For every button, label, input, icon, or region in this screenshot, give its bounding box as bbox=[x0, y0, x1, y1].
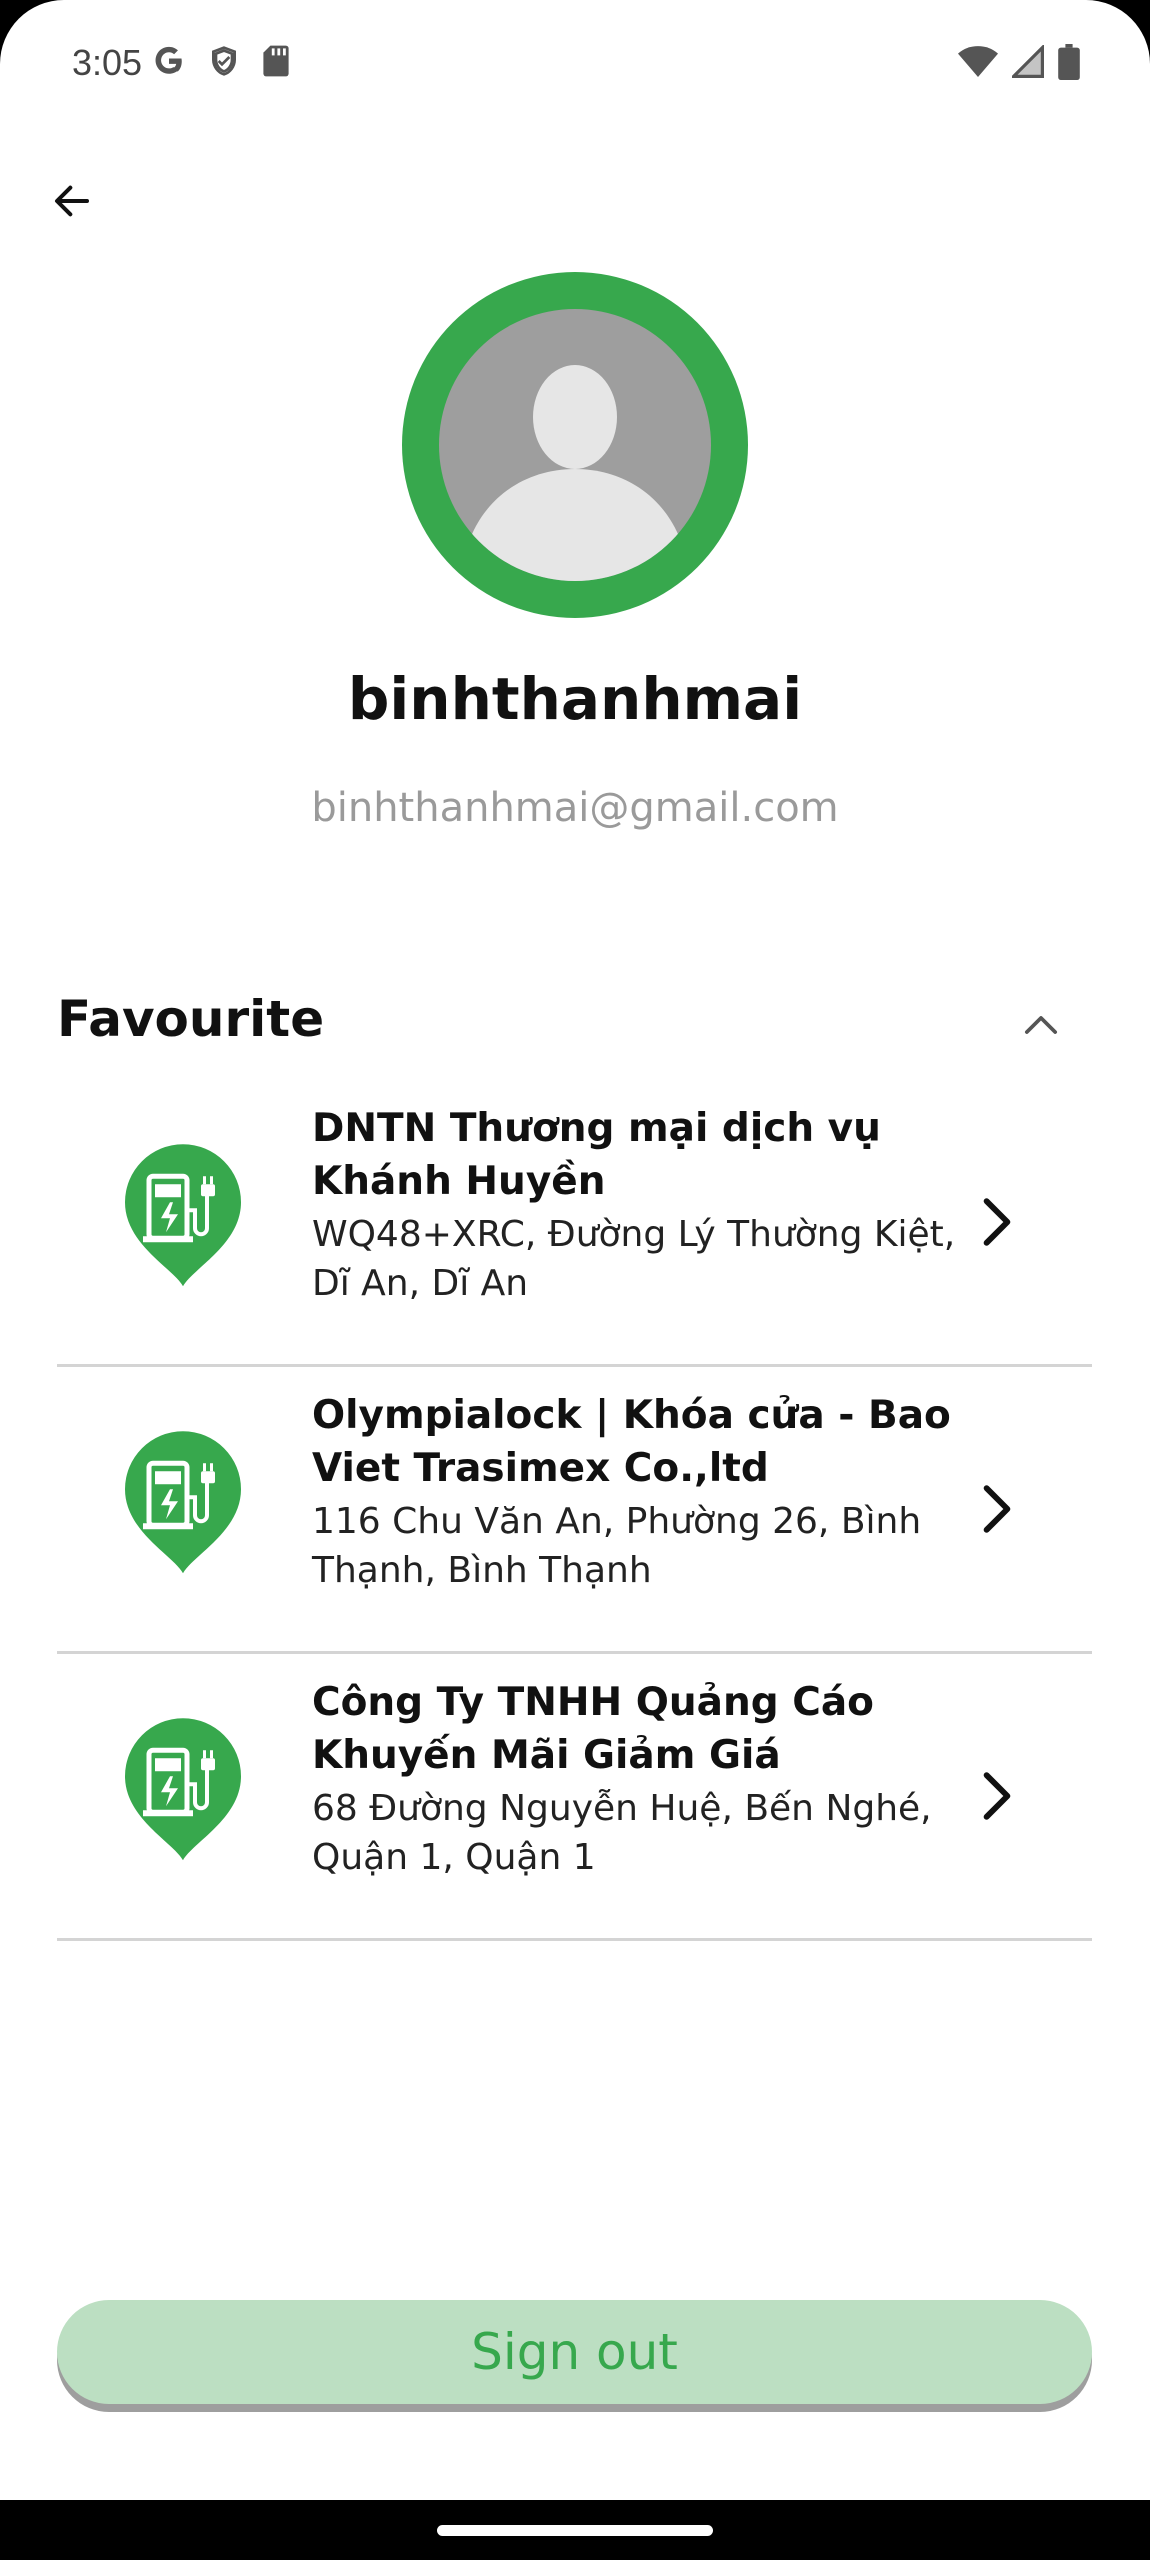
avatar[interactable] bbox=[402, 272, 748, 618]
favourite-item-open-button[interactable] bbox=[972, 1761, 1022, 1831]
shield-icon bbox=[212, 46, 236, 76]
avatar-placeholder bbox=[439, 309, 711, 581]
chevron-right-icon bbox=[983, 1198, 1011, 1246]
chevron-right-icon bbox=[983, 1772, 1011, 1820]
favourite-item[interactable]: Olympialock | Khóa cửa - Bao Viet Trasim… bbox=[57, 1367, 1092, 1654]
sign-out-button[interactable]: Sign out bbox=[57, 2300, 1092, 2404]
favourite-item-text: Công Ty TNHH Quảng Cáo Khuyến Mãi Giảm G… bbox=[312, 1676, 1002, 1882]
favourite-item[interactable]: Công Ty TNHH Quảng Cáo Khuyến Mãi Giảm G… bbox=[57, 1654, 1092, 1941]
username: binhthanhmai bbox=[347, 665, 803, 733]
favourite-item-address: WQ48+XRC, Đường Lý Thường Kiệt, Dĩ An, D… bbox=[312, 1214, 956, 1304]
favourite-list: DNTN Thương mại dịch vụ Khánh Huyền WQ48… bbox=[57, 1080, 1092, 1941]
favourite-item-address: 116 Chu Văn An, Phường 26, Bình Thạnh, B… bbox=[312, 1501, 922, 1591]
favourite-item-text: DNTN Thương mại dịch vụ Khánh Huyền WQ48… bbox=[312, 1102, 1002, 1308]
google-icon bbox=[155, 46, 182, 74]
wifi-icon bbox=[958, 46, 998, 77]
status-icons-left bbox=[152, 44, 290, 78]
favourite-item[interactable]: DNTN Thương mại dịch vụ Khánh Huyền WQ48… bbox=[57, 1080, 1092, 1367]
favourite-item-text: Olympialock | Khóa cửa - Bao Viet Trasim… bbox=[312, 1389, 1002, 1595]
person-silhouette-icon bbox=[461, 365, 689, 581]
favourite-item-address: 68 Đường Nguyễn Huệ, Bến Nghé, Quận 1, Q… bbox=[312, 1788, 932, 1878]
charging-station-pin-icon bbox=[125, 1431, 241, 1574]
favourite-item-name: DNTN Thương mại dịch vụ Khánh Huyền bbox=[312, 1106, 881, 1204]
favourite-collapse-button[interactable] bbox=[1016, 1000, 1066, 1050]
charging-station-pin-icon bbox=[125, 1718, 241, 1861]
home-indicator[interactable] bbox=[437, 2525, 713, 2536]
arrow-left-icon bbox=[55, 185, 89, 217]
signal-icon bbox=[1012, 45, 1044, 78]
status-bar: 3:05 bbox=[0, 0, 1150, 130]
charging-station-pin-icon bbox=[125, 1144, 241, 1287]
favourite-item-open-button[interactable] bbox=[972, 1187, 1022, 1257]
battery-icon bbox=[1058, 44, 1080, 80]
favourite-item-name: Công Ty TNHH Quảng Cáo Khuyến Mãi Giảm G… bbox=[312, 1680, 874, 1778]
status-time: 3:05 bbox=[72, 42, 143, 83]
chevron-up-icon bbox=[1024, 1016, 1058, 1034]
sd-card-icon bbox=[263, 45, 289, 77]
back-button[interactable] bbox=[40, 165, 104, 237]
favourite-item-name: Olympialock | Khóa cửa - Bao Viet Trasim… bbox=[312, 1393, 951, 1491]
screen: 3:05 binhthanhmai binhthanhmai@gmail.com… bbox=[0, 0, 1150, 2500]
user-email: binhthanhmai@gmail.com bbox=[311, 785, 839, 831]
status-icons-right bbox=[958, 44, 1080, 80]
chevron-right-icon bbox=[983, 1485, 1011, 1533]
favourite-item-open-button[interactable] bbox=[972, 1474, 1022, 1544]
favourite-title: Favourite bbox=[57, 990, 325, 1048]
